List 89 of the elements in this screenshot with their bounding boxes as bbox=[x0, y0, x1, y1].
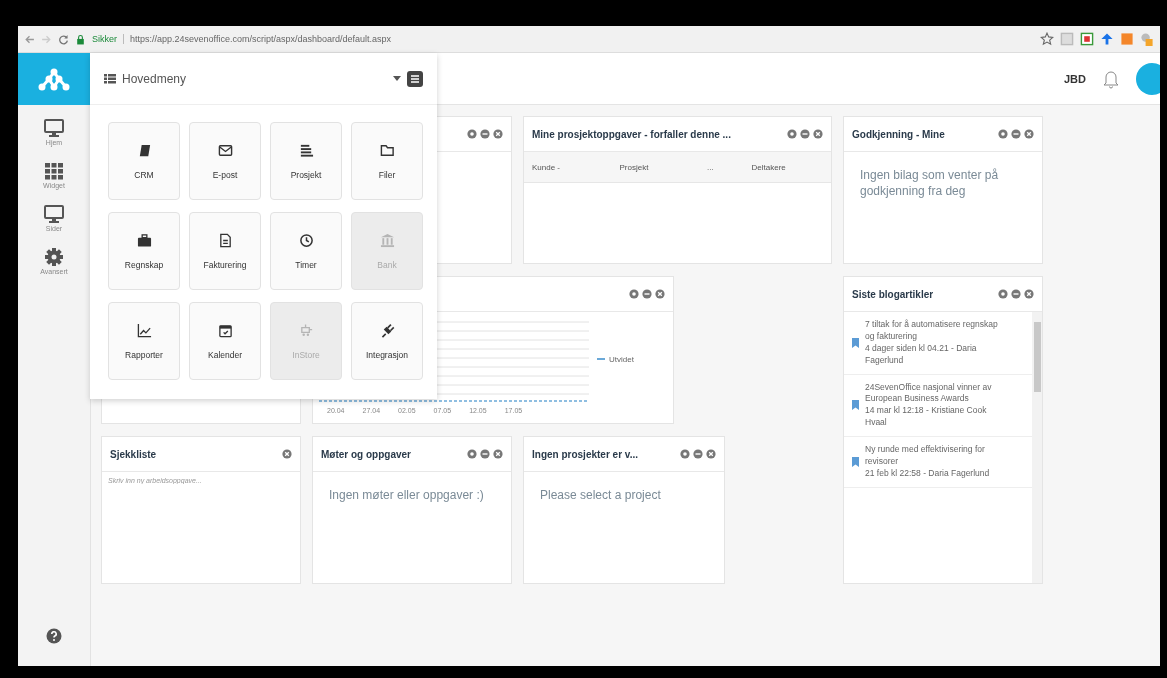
lock-icon bbox=[75, 33, 86, 45]
article-title[interactable]: 7 tiltak for å automatisere regnskap og fakturering bbox=[865, 319, 1005, 343]
address-field[interactable]: https://app.24sevenoffice.com/script/aspx/dashboard/default.aspx bbox=[123, 34, 391, 44]
line-chart-icon bbox=[136, 322, 152, 338]
menu-tile[interactable]: Regnskap bbox=[108, 212, 180, 290]
article-meta: 4 dager siden kl 04.21 - Daria Fagerlund bbox=[865, 342, 978, 367]
bookmark-icon bbox=[852, 337, 859, 348]
column-header[interactable]: Prosjekt bbox=[611, 162, 699, 172]
monitor-icon bbox=[44, 119, 64, 137]
menu-tile[interactable]: Rapporter bbox=[108, 302, 180, 380]
extension-icon[interactable] bbox=[1080, 32, 1094, 46]
empty-message: Ingen bilag som venter på godkjenning fra deg bbox=[859, 167, 1000, 200]
extension-icon[interactable] bbox=[1120, 32, 1134, 46]
extension-icon[interactable] bbox=[1100, 32, 1114, 46]
minimize-icon[interactable] bbox=[693, 449, 703, 459]
menu-tile[interactable]: Fakturering bbox=[189, 212, 261, 290]
widget-title: Møter og oppgaver bbox=[321, 448, 411, 460]
avatar[interactable] bbox=[1136, 62, 1160, 95]
widget-title: Mine prosjektoppgaver - forfaller denne ... bbox=[532, 128, 731, 140]
bookmark-icon bbox=[852, 400, 859, 411]
document-icon bbox=[217, 232, 233, 248]
secure-label: Sikker bbox=[92, 34, 117, 44]
close-icon[interactable] bbox=[1024, 289, 1034, 299]
widget-title: Sjekkliste bbox=[110, 448, 157, 460]
briefcase-icon bbox=[136, 232, 152, 248]
minimize-icon[interactable] bbox=[1011, 129, 1021, 139]
legend-label: Utvidet bbox=[609, 354, 634, 364]
minimize-icon[interactable] bbox=[480, 449, 490, 459]
close-icon[interactable] bbox=[493, 129, 503, 139]
widget-title: Siste blogartikler bbox=[852, 288, 934, 300]
settings-icon[interactable] bbox=[467, 129, 477, 139]
menu-tile[interactable]: Prosjekt bbox=[270, 122, 342, 200]
menu-icon[interactable] bbox=[407, 70, 423, 87]
menu-tile[interactable]: E-post bbox=[189, 122, 261, 200]
back-icon[interactable] bbox=[24, 33, 35, 45]
plug-icon bbox=[379, 322, 395, 338]
scrollbar[interactable] bbox=[1032, 312, 1042, 583]
close-icon[interactable] bbox=[282, 449, 292, 459]
menu-tile[interactable]: Integrasjon bbox=[351, 302, 423, 380]
close-icon[interactable] bbox=[655, 289, 665, 299]
minimize-icon[interactable] bbox=[642, 289, 652, 299]
empty-message: Ingen møter eller oppgaver :) bbox=[328, 487, 485, 504]
folder-icon bbox=[379, 142, 395, 158]
widget-title: Ingen prosjekter er v... bbox=[532, 448, 638, 460]
envelope-icon bbox=[217, 142, 233, 158]
bookmark-icon bbox=[852, 456, 859, 467]
close-icon[interactable] bbox=[706, 449, 716, 459]
column-header[interactable]: ... bbox=[698, 162, 744, 172]
minimize-icon[interactable] bbox=[1011, 289, 1021, 299]
minimize-icon[interactable] bbox=[480, 129, 490, 139]
settings-icon[interactable] bbox=[787, 129, 797, 139]
monitor-icon bbox=[44, 205, 64, 223]
settings-icon[interactable] bbox=[998, 289, 1008, 299]
article-meta: 21 feb kl 22:58 - Daria Fagerlund bbox=[865, 467, 991, 480]
menu-tile[interactable]: CRM bbox=[108, 122, 180, 200]
settings-icon[interactable] bbox=[998, 129, 1008, 139]
star-icon[interactable] bbox=[1040, 32, 1054, 46]
settings-icon[interactable] bbox=[680, 449, 690, 459]
menu-tile[interactable]: Kalender bbox=[189, 302, 261, 380]
minimize-icon[interactable] bbox=[800, 129, 810, 139]
close-icon[interactable] bbox=[813, 129, 823, 139]
reload-icon[interactable] bbox=[58, 33, 69, 45]
widget-title: Godkjenning - Mine bbox=[852, 128, 945, 140]
empty-message: Please select a project bbox=[539, 487, 662, 504]
grid-icon bbox=[44, 162, 64, 180]
menu-tile[interactable]: Timer bbox=[270, 212, 342, 290]
clock-icon bbox=[298, 232, 314, 248]
gear-icon bbox=[44, 248, 64, 266]
logo-icon[interactable] bbox=[37, 67, 71, 91]
cart-icon bbox=[298, 322, 314, 338]
grid-icon bbox=[104, 73, 116, 84]
menu-tile[interactable]: Filer bbox=[351, 122, 423, 200]
close-icon[interactable] bbox=[1024, 129, 1034, 139]
user-initials[interactable]: JBD bbox=[1064, 72, 1086, 85]
list-icon bbox=[298, 142, 314, 158]
caret-icon[interactable] bbox=[393, 75, 401, 82]
close-icon[interactable] bbox=[493, 449, 503, 459]
bank-icon bbox=[379, 232, 395, 248]
calendar-icon bbox=[217, 322, 233, 338]
article-meta: 14 mar kl 12:18 - Kristiane Cook Hvaal bbox=[865, 405, 988, 430]
article-title[interactable]: Ny runde med effektivisering for revisorer bbox=[865, 444, 1005, 468]
article-title[interactable]: 24SevenOffice nasjonal vinner av European Business Awards bbox=[865, 381, 1005, 406]
column-header[interactable]: Deltakere bbox=[743, 162, 831, 172]
settings-icon[interactable] bbox=[467, 449, 477, 459]
settings-icon[interactable] bbox=[629, 289, 639, 299]
bell-icon[interactable] bbox=[1102, 68, 1120, 89]
help-icon[interactable] bbox=[46, 628, 62, 644]
menu-title: Hovedmeny bbox=[122, 71, 187, 86]
column-header[interactable]: Kunde - bbox=[524, 162, 612, 172]
